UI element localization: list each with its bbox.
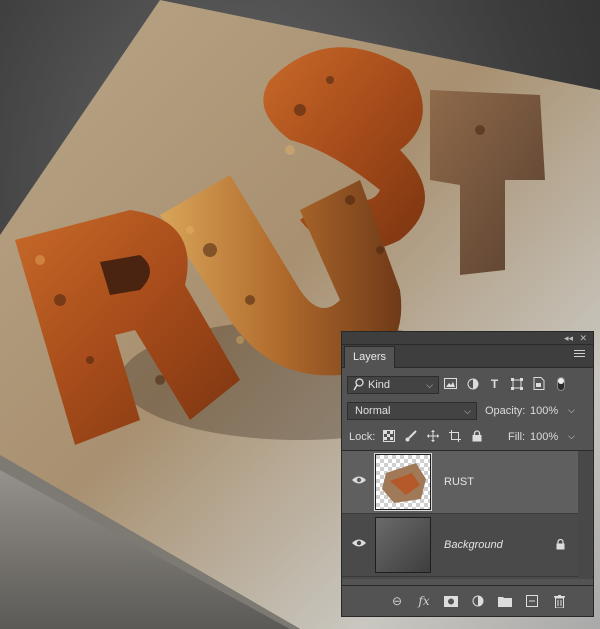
move-icon[interactable] [426, 429, 439, 442]
layer-name[interactable]: Background [444, 539, 503, 551]
chevron-down-icon: ⌵ [426, 380, 433, 390]
panel-footer: ⊖ fx [342, 585, 593, 616]
layer-thumbnail [374, 453, 432, 511]
filter-toggle-icon[interactable] [554, 376, 567, 391]
lock-transparent-icon[interactable] [382, 429, 395, 442]
new-layer-icon[interactable] [525, 594, 539, 608]
artboard-icon[interactable] [448, 429, 461, 442]
fill-label: Fill: [508, 431, 526, 443]
lock-icon [556, 538, 565, 553]
fill-chevron-icon[interactable]: ⌵ [568, 431, 575, 442]
layer-row-background[interactable]: Background [342, 514, 593, 577]
pixel-filter-icon[interactable] [444, 377, 457, 390]
lock-icon[interactable] [470, 429, 483, 442]
blend-mode-dropdown[interactable]: Normal ⌵ [347, 402, 477, 420]
adjustment-filter-icon[interactable] [466, 377, 479, 390]
panel-topbar: ◂◂ ✕ [342, 332, 593, 345]
lock-row: Lock: Fill: 100% ⌵ [342, 424, 593, 450]
smart-object-filter-icon[interactable] [532, 377, 545, 390]
opacity-chevron-icon[interactable]: ⌵ [568, 405, 575, 416]
lock-label: Lock: [349, 431, 376, 443]
layers-panel: ◂◂ ✕ Layers Kind ⌵ T Normal ⌵ Opacity: 1… [341, 331, 594, 617]
link-icon[interactable]: ⊖ [390, 594, 404, 608]
add-mask-icon[interactable] [444, 594, 458, 608]
fx-icon[interactable]: fx [417, 594, 431, 608]
footer-icons: ⊖ fx [390, 594, 566, 608]
filter-icons: T [444, 376, 567, 391]
trash-icon[interactable] [552, 594, 566, 608]
filter-kind-dropdown[interactable]: Kind ⌵ [347, 376, 439, 394]
chevron-down-icon: ⌵ [464, 406, 471, 416]
close-panel-icon[interactable]: ✕ [579, 332, 587, 344]
opacity-value[interactable]: 100% [530, 405, 558, 417]
panel-menu-icon[interactable] [574, 350, 585, 359]
adjustment-layer-icon[interactable] [471, 594, 485, 608]
type-filter-icon[interactable]: T [488, 377, 501, 391]
layer-name[interactable]: RUST [444, 476, 474, 488]
filter-kind-label: Kind [368, 379, 391, 391]
layer-thumbnail [375, 517, 431, 573]
fill-value[interactable]: 100% [530, 431, 558, 443]
folder-icon[interactable] [498, 594, 512, 608]
layers-list: RUST Background [342, 450, 593, 579]
eye-icon[interactable] [352, 475, 366, 485]
lock-icons [382, 429, 483, 442]
scrollbar[interactable] [578, 451, 592, 579]
brush-icon[interactable] [404, 429, 417, 442]
tab-layers[interactable]: Layers [344, 346, 396, 368]
layer-row-rust[interactable]: RUST [342, 451, 578, 514]
shape-filter-icon[interactable] [510, 377, 523, 390]
tab-layers-label: Layers [353, 351, 387, 363]
eye-icon[interactable] [352, 538, 366, 548]
opacity-label: Opacity: [485, 405, 526, 417]
filter-row: Kind ⌵ T [342, 372, 593, 398]
blend-row: Normal ⌵ Opacity: 100% ⌵ [342, 398, 593, 424]
collapse-panel-icon[interactable]: ◂◂ [564, 332, 573, 344]
blend-mode-value: Normal [355, 405, 391, 417]
search-icon [353, 378, 364, 396]
panel-tabbar: Layers [342, 345, 593, 368]
